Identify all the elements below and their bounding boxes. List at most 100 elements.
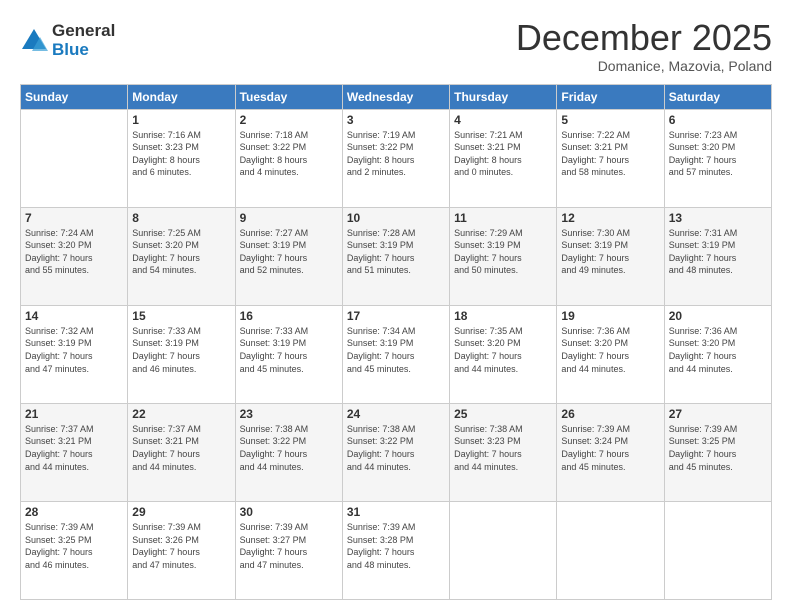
calendar-cell: 16Sunrise: 7:33 AM Sunset: 3:19 PM Dayli… [235,305,342,403]
calendar-cell: 12Sunrise: 7:30 AM Sunset: 3:19 PM Dayli… [557,207,664,305]
day-info: Sunrise: 7:33 AM Sunset: 3:19 PM Dayligh… [132,325,230,375]
logo-text: General Blue [52,22,115,59]
day-number: 10 [347,211,445,225]
calendar-cell: 21 Sunrise: 7:37 AM Sunset: 3:21 PM Dayli… [21,403,128,501]
day-number: 31 [347,505,445,519]
day-number: 14 [25,309,123,323]
day-number: 1 [132,113,230,127]
day-info: Sunrise: 7:21 AM Sunset: 3:21 PM Dayligh… [454,129,552,179]
day-number: 3 [347,113,445,127]
location-text: Domanice, Mazovia, Poland [516,58,772,74]
day-number: 29 [132,505,230,519]
day-info: Sunrise: 7:37 AM Sunset: 3:21 PM Dayligh… [25,423,123,473]
day-info: Sunrise: 7:27 AM Sunset: 3:19 PM Dayligh… [240,227,338,277]
calendar-cell: 13Sunrise: 7:31 AM Sunset: 3:19 PM Dayli… [664,207,771,305]
day-number: 22 [132,407,230,421]
calendar-cell: 20Sunrise: 7:36 AM Sunset: 3:20 PM Dayli… [664,305,771,403]
day-number: 6 [669,113,767,127]
day-info: Sunrise: 7:36 AM Sunset: 3:20 PM Dayligh… [561,325,659,375]
day-info: Sunrise: 7:39 AM Sunset: 3:26 PM Dayligh… [132,521,230,571]
logo-general-text: General [52,22,115,41]
logo-icon [20,27,48,55]
day-info: Sunrise: 7:16 AM Sunset: 3:23 PM Dayligh… [132,129,230,179]
day-number: 8 [132,211,230,225]
calendar-cell: 19Sunrise: 7:36 AM Sunset: 3:20 PM Dayli… [557,305,664,403]
calendar-cell: 15 Sunrise: 7:33 AM Sunset: 3:19 PM Dayli… [128,305,235,403]
day-info: Sunrise: 7:25 AM Sunset: 3:20 PM Dayligh… [132,227,230,277]
calendar-day-header: Tuesday [235,84,342,109]
month-title: December 2025 [516,18,772,58]
header: General Blue December 2025 Domanice, Maz… [20,18,772,74]
calendar-cell [450,501,557,599]
calendar-day-header: Wednesday [342,84,449,109]
calendar-day-header: Thursday [450,84,557,109]
day-info: Sunrise: 7:38 AM Sunset: 3:22 PM Dayligh… [347,423,445,473]
calendar-cell: 14 Sunrise: 7:32 AM Sunset: 3:19 PM Dayli… [21,305,128,403]
day-info: Sunrise: 7:36 AM Sunset: 3:20 PM Dayligh… [669,325,767,375]
calendar-cell: 10 Sunrise: 7:28 AM Sunset: 3:19 PM Dayli… [342,207,449,305]
calendar-cell: 9 Sunrise: 7:27 AM Sunset: 3:19 PM Daylig… [235,207,342,305]
day-number: 18 [454,309,552,323]
day-info: Sunrise: 7:39 AM Sunset: 3:28 PM Dayligh… [347,521,445,571]
calendar-week-row: 1 Sunrise: 7:16 AM Sunset: 3:23 PM Daylig… [21,109,772,207]
day-info: Sunrise: 7:32 AM Sunset: 3:19 PM Dayligh… [25,325,123,375]
page: General Blue December 2025 Domanice, Maz… [0,0,792,612]
calendar-cell: 31 Sunrise: 7:39 AM Sunset: 3:28 PM Dayli… [342,501,449,599]
logo-blue-text: Blue [52,41,115,60]
day-info: Sunrise: 7:38 AM Sunset: 3:23 PM Dayligh… [454,423,552,473]
day-info: Sunrise: 7:18 AM Sunset: 3:22 PM Dayligh… [240,129,338,179]
day-number: 25 [454,407,552,421]
day-number: 9 [240,211,338,225]
calendar-week-row: 14 Sunrise: 7:32 AM Sunset: 3:19 PM Dayli… [21,305,772,403]
calendar-cell: 23 Sunrise: 7:38 AM Sunset: 3:22 PM Dayli… [235,403,342,501]
day-info: Sunrise: 7:39 AM Sunset: 3:25 PM Dayligh… [25,521,123,571]
day-number: 21 [25,407,123,421]
title-block: December 2025 Domanice, Mazovia, Poland [516,18,772,74]
calendar-week-row: 7 Sunrise: 7:24 AM Sunset: 3:20 PM Daylig… [21,207,772,305]
calendar-cell: 11 Sunrise: 7:29 AM Sunset: 3:19 PM Dayli… [450,207,557,305]
calendar-cell: 22 Sunrise: 7:37 AM Sunset: 3:21 PM Dayli… [128,403,235,501]
day-info: Sunrise: 7:37 AM Sunset: 3:21 PM Dayligh… [132,423,230,473]
calendar-day-header: Friday [557,84,664,109]
day-number: 15 [132,309,230,323]
calendar-day-header: Sunday [21,84,128,109]
day-number: 28 [25,505,123,519]
day-number: 13 [669,211,767,225]
calendar-cell: 24Sunrise: 7:38 AM Sunset: 3:22 PM Dayli… [342,403,449,501]
calendar-cell [557,501,664,599]
calendar-cell: 2Sunrise: 7:18 AM Sunset: 3:22 PM Daylig… [235,109,342,207]
day-number: 30 [240,505,338,519]
day-info: Sunrise: 7:39 AM Sunset: 3:27 PM Dayligh… [240,521,338,571]
day-number: 23 [240,407,338,421]
calendar-cell: 18Sunrise: 7:35 AM Sunset: 3:20 PM Dayli… [450,305,557,403]
day-info: Sunrise: 7:24 AM Sunset: 3:20 PM Dayligh… [25,227,123,277]
day-number: 11 [454,211,552,225]
day-number: 16 [240,309,338,323]
day-number: 26 [561,407,659,421]
day-info: Sunrise: 7:29 AM Sunset: 3:19 PM Dayligh… [454,227,552,277]
calendar-table: SundayMondayTuesdayWednesdayThursdayFrid… [20,84,772,600]
calendar-cell: 29 Sunrise: 7:39 AM Sunset: 3:26 PM Dayli… [128,501,235,599]
calendar-cell: 7 Sunrise: 7:24 AM Sunset: 3:20 PM Daylig… [21,207,128,305]
day-info: Sunrise: 7:39 AM Sunset: 3:24 PM Dayligh… [561,423,659,473]
calendar-cell: 5Sunrise: 7:22 AM Sunset: 3:21 PM Daylig… [557,109,664,207]
calendar-week-row: 21 Sunrise: 7:37 AM Sunset: 3:21 PM Dayli… [21,403,772,501]
day-info: Sunrise: 7:28 AM Sunset: 3:19 PM Dayligh… [347,227,445,277]
calendar-cell: 3 Sunrise: 7:19 AM Sunset: 3:22 PM Daylig… [342,109,449,207]
day-info: Sunrise: 7:19 AM Sunset: 3:22 PM Dayligh… [347,129,445,179]
calendar-day-header: Monday [128,84,235,109]
calendar-cell: 28 Sunrise: 7:39 AM Sunset: 3:25 PM Dayli… [21,501,128,599]
logo: General Blue [20,22,115,59]
calendar-week-row: 28 Sunrise: 7:39 AM Sunset: 3:25 PM Dayli… [21,501,772,599]
day-info: Sunrise: 7:39 AM Sunset: 3:25 PM Dayligh… [669,423,767,473]
day-number: 7 [25,211,123,225]
calendar-cell: 6Sunrise: 7:23 AM Sunset: 3:20 PM Daylig… [664,109,771,207]
day-number: 12 [561,211,659,225]
day-number: 27 [669,407,767,421]
calendar-cell [664,501,771,599]
day-info: Sunrise: 7:38 AM Sunset: 3:22 PM Dayligh… [240,423,338,473]
calendar-cell [21,109,128,207]
calendar-cell: 30 Sunrise: 7:39 AM Sunset: 3:27 PM Dayli… [235,501,342,599]
day-number: 4 [454,113,552,127]
day-info: Sunrise: 7:34 AM Sunset: 3:19 PM Dayligh… [347,325,445,375]
